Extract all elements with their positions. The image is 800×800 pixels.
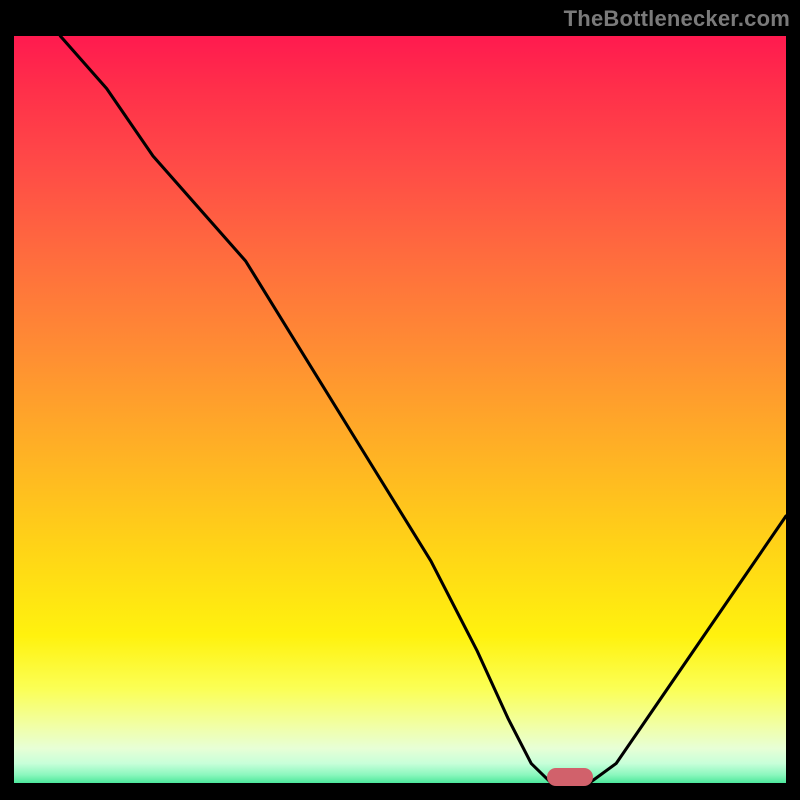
bottleneck-curve <box>14 36 786 786</box>
optimal-point-marker <box>547 768 593 786</box>
plot-area <box>14 36 786 786</box>
watermark-text: TheBottlenecker.com <box>564 6 790 32</box>
x-axis-baseline <box>14 783 786 786</box>
chart-frame: TheBottlenecker.com <box>0 0 800 800</box>
